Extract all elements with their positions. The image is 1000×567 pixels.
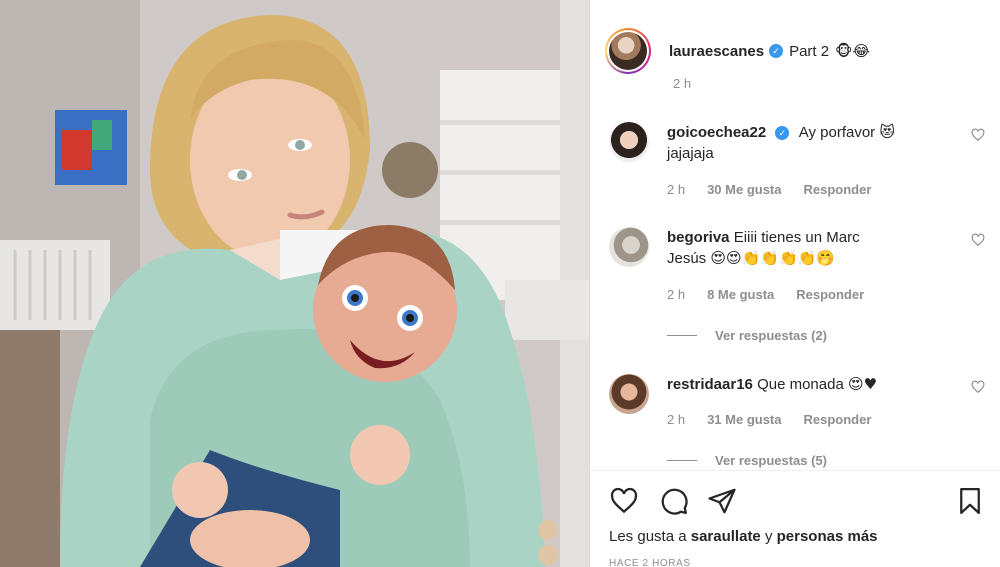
liker-username[interactable]: saraullate: [691, 528, 761, 545]
caption-text: Part 2: [789, 42, 830, 60]
comment-username[interactable]: begoriva: [667, 229, 730, 246]
comment-likes[interactable]: 31 Me gusta: [707, 412, 781, 427]
comment-emoji: 😻: [879, 123, 895, 141]
post-side-panel: lauraescanes ✓ Part 2 🐵😂 2 h goicoechea2…: [591, 0, 1000, 567]
reply-button[interactable]: Responder: [796, 287, 864, 302]
comment-like-heart-icon[interactable]: [971, 380, 985, 394]
view-replies-label[interactable]: Ver respuestas (5): [715, 453, 827, 468]
bookmark-icon[interactable]: [955, 486, 985, 516]
post-photo[interactable]: [0, 0, 590, 567]
likes-others-link[interactable]: personas más: [777, 528, 878, 545]
likes-prefix: Les gusta a: [609, 528, 687, 545]
heart-icon[interactable]: [609, 486, 639, 516]
post-caption: lauraescanes ✓ Part 2 🐵😂: [605, 28, 870, 74]
comment-text: Eiiii tienes un Marc: [733, 229, 860, 246]
replies-divider: [667, 335, 697, 336]
author-avatar-ring[interactable]: [605, 28, 651, 74]
caption-emojis: 🐵😂: [835, 42, 870, 60]
comment-text: Ay porfavor: [798, 124, 876, 141]
commenter-avatar[interactable]: [609, 227, 649, 267]
comment-username[interactable]: goicoechea22: [667, 124, 766, 141]
comment-time[interactable]: 2 h: [667, 412, 685, 427]
author-username[interactable]: lauraescanes: [669, 43, 764, 60]
likes-middle: y: [764, 528, 773, 545]
author-avatar[interactable]: [609, 32, 647, 70]
comment-likes[interactable]: 30 Me gusta: [707, 182, 781, 197]
likes-summary: Les gusta a saraullate y personas más: [609, 528, 878, 545]
comment-item: restridaar16 Que monada 😍♥ 2 h 31 Me gus…: [609, 374, 989, 434]
actions-divider: [591, 470, 1000, 471]
comment-text-line2: jajajaja: [667, 145, 714, 162]
comment-emoji: 😍😍👏👏👏👏🤭: [710, 249, 836, 267]
comment-emoji: 😍♥: [847, 375, 878, 393]
comment-text-line2: Jesús: [667, 250, 707, 267]
comment-like-heart-icon[interactable]: [971, 233, 985, 247]
view-replies-label[interactable]: Ver respuestas (2): [715, 328, 827, 343]
post-timestamp[interactable]: HACE 2 HORAS: [609, 558, 691, 567]
post-actions: [609, 486, 989, 518]
share-icon[interactable]: [707, 486, 737, 516]
view-replies-button[interactable]: Ver respuestas (2): [667, 328, 827, 343]
comment-username[interactable]: restridaar16: [667, 376, 753, 393]
photo-illustration: [0, 0, 589, 567]
comment-time[interactable]: 2 h: [667, 287, 685, 302]
comment-like-heart-icon[interactable]: [971, 128, 985, 142]
post-time[interactable]: 2 h: [673, 76, 691, 91]
view-replies-button[interactable]: Ver respuestas (5): [667, 453, 827, 468]
commenter-avatar[interactable]: [609, 122, 649, 162]
replies-divider: [667, 460, 697, 461]
reply-button[interactable]: Responder: [804, 182, 872, 197]
verified-badge-icon: ✓: [775, 126, 790, 141]
comment-likes[interactable]: 8 Me gusta: [707, 287, 774, 302]
verified-badge-icon: ✓: [769, 44, 784, 58]
comment-item: begoriva Eiiii tienes un Marc Jesús 😍😍👏👏…: [609, 227, 989, 307]
comment-time[interactable]: 2 h: [667, 182, 685, 197]
comment-item: goicoechea22 ✓ Ay porfavor 😻 jajajaja 2 …: [609, 122, 989, 202]
reply-button[interactable]: Responder: [804, 412, 872, 427]
comment-text: Que monada: [757, 376, 844, 393]
commenter-avatar[interactable]: [609, 374, 649, 414]
comment-icon[interactable]: [659, 486, 689, 516]
